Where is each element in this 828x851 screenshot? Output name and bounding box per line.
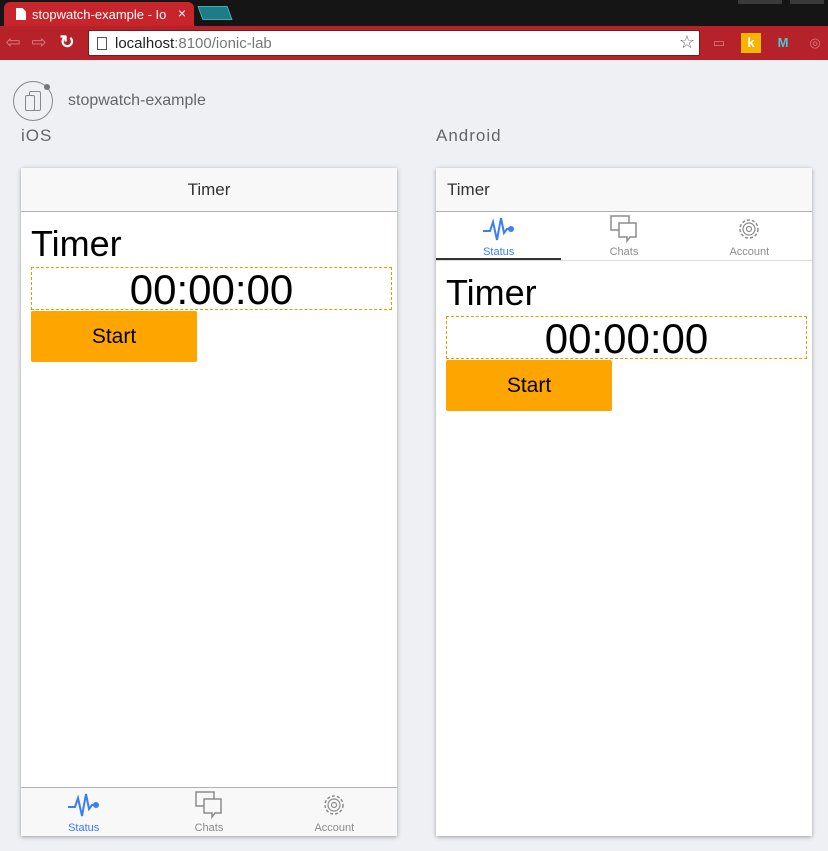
- android-toolbar-title: Timer: [447, 180, 490, 199]
- ionic-lab-logo-icon: [13, 81, 53, 121]
- extension-m-icon[interactable]: M: [773, 33, 793, 53]
- browser-tabstrip: stopwatch-example - Io ×: [0, 0, 828, 26]
- extension-k-icon[interactable]: k: [741, 33, 761, 53]
- extension-icon[interactable]: ◎: [805, 33, 825, 53]
- pulse-icon: [482, 217, 514, 241]
- tab-label: Status: [68, 822, 100, 834]
- gear-icon: [739, 219, 760, 239]
- url-path: :8100/ionic-lab: [174, 34, 272, 52]
- android-tab-bar: Status Chats Account: [436, 212, 812, 261]
- ios-nav-title: Timer: [187, 180, 231, 199]
- chats-icon: [195, 791, 222, 820]
- tab-label: Chats: [194, 822, 224, 834]
- app-name: stopwatch-example: [68, 92, 206, 109]
- ios-tab-account[interactable]: Account: [272, 788, 397, 836]
- browser-toolbar: ⇦ ⇨ ↻ localhost:8100/ionic-lab ☆ ▭ k M ◎: [0, 26, 828, 60]
- tab-close-icon[interactable]: ×: [178, 5, 186, 21]
- android-timer-heading: Timer: [446, 272, 537, 313]
- reload-icon[interactable]: ↻: [56, 32, 78, 53]
- tab-label: Account: [729, 246, 770, 258]
- ios-timer-heading: Timer: [31, 223, 122, 264]
- ios-tab-status[interactable]: Status: [21, 788, 146, 836]
- url-host: localhost: [115, 34, 175, 52]
- bookmark-star-icon[interactable]: ☆: [679, 32, 695, 53]
- android-device-preview: Timer Status Chats Account Timer 00:00:0…: [436, 168, 812, 836]
- chats-icon: [610, 215, 637, 244]
- android-toolbar: Timer: [436, 168, 812, 212]
- android-start-button[interactable]: Start: [446, 360, 612, 411]
- new-tab-button[interactable]: [197, 6, 233, 20]
- address-bar[interactable]: localhost:8100/ionic-lab ☆: [88, 30, 700, 56]
- page-favicon-icon: [16, 8, 26, 20]
- pulse-icon: [67, 793, 99, 817]
- browser-tab[interactable]: stopwatch-example - Io ×: [4, 2, 194, 26]
- window-control[interactable]: [738, 0, 782, 4]
- ios-device-preview: Timer Timer 00:00:00 Start Status Chats …: [21, 168, 397, 836]
- android-clock-display: 00:00:00: [446, 316, 807, 360]
- back-icon[interactable]: ⇦: [2, 32, 24, 53]
- android-tab-status[interactable]: Status: [436, 212, 562, 260]
- ios-tab-chats[interactable]: Chats: [146, 788, 271, 836]
- cast-icon[interactable]: ▭: [709, 33, 729, 53]
- android-tab-chats[interactable]: Chats: [561, 212, 686, 260]
- tab-label: Account: [314, 822, 355, 834]
- ios-content: Timer 00:00:00 Start: [31, 221, 392, 362]
- ios-tab-bar: Status Chats Account: [21, 787, 397, 836]
- forward-icon[interactable]: ⇨: [28, 32, 50, 53]
- ios-clock-display: 00:00:00: [31, 267, 392, 311]
- tab-label: Chats: [609, 246, 639, 258]
- android-platform-label: Android: [436, 126, 502, 145]
- ios-nav-bar: Timer: [21, 168, 397, 212]
- tab-label: Status: [483, 246, 515, 258]
- browser-tab-title: stopwatch-example - Io: [32, 6, 167, 22]
- ios-start-button[interactable]: Start: [31, 311, 197, 362]
- ios-platform-label: iOS: [21, 126, 53, 145]
- android-content: Timer 00:00:00 Start: [446, 270, 807, 411]
- gear-icon: [324, 795, 345, 815]
- android-tab-account[interactable]: Account: [687, 212, 812, 260]
- page-icon: [97, 36, 107, 50]
- window-control[interactable]: [790, 0, 824, 4]
